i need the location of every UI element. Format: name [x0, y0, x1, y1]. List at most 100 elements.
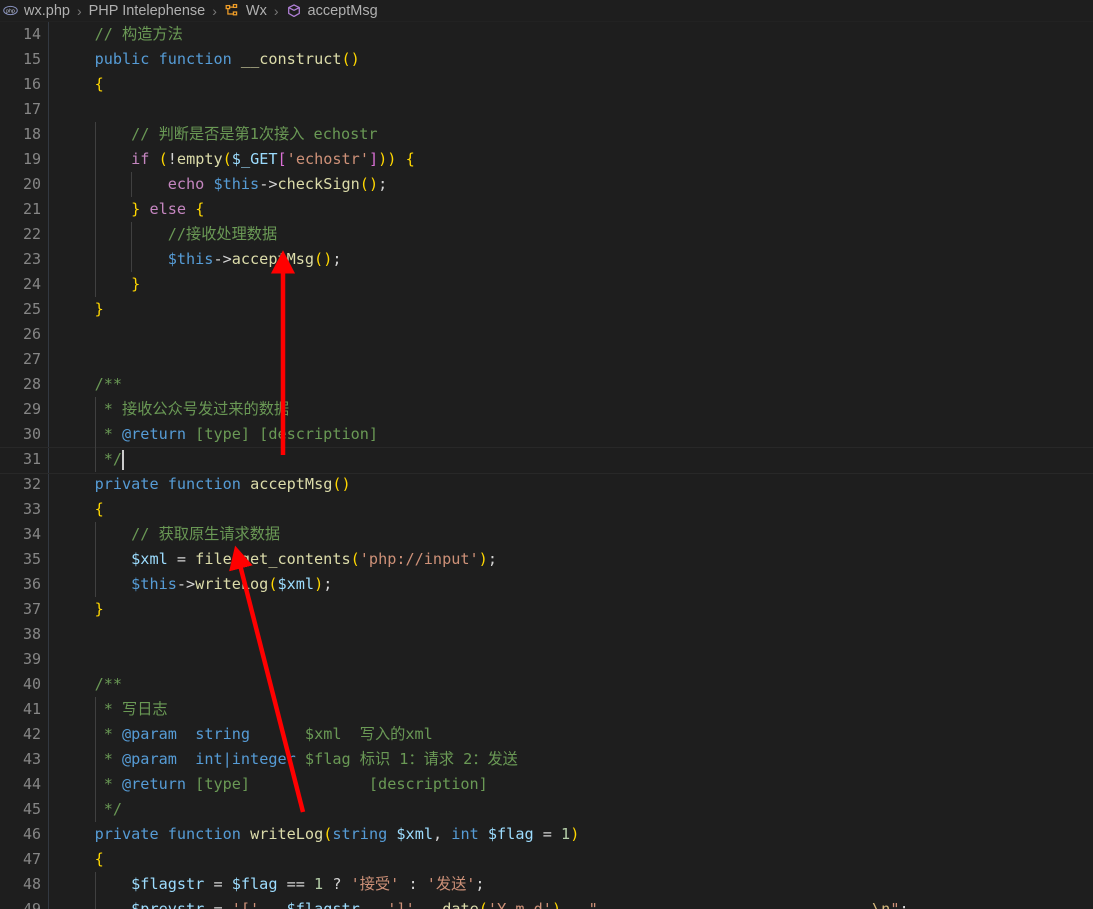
line-number: 46 [22, 825, 41, 843]
line-number: 43 [22, 750, 41, 768]
indent-guide [131, 247, 133, 272]
line-number: 17 [22, 100, 41, 118]
line-number: 44 [22, 775, 41, 793]
line-number: 38 [22, 625, 41, 643]
code-content[interactable]: // 构造方法 public function __construct() { … [0, 22, 1093, 909]
code-line[interactable]: } [58, 272, 1093, 297]
line-number: 25 [22, 300, 41, 318]
code-line[interactable]: */ [0, 447, 1093, 474]
line-number: 41 [22, 700, 41, 718]
line-number: 21 [22, 200, 41, 218]
code-line[interactable]: } [58, 597, 1093, 622]
code-line[interactable]: echo $this->checkSign(); [58, 172, 1093, 197]
code-line[interactable]: { [58, 497, 1093, 522]
code-line[interactable]: */ [58, 797, 1093, 822]
breadcrumb-separator-2: › [212, 2, 217, 19]
breadcrumb-class-label: Wx [245, 2, 267, 19]
code-line[interactable]: // 判断是否是第1次接入 echostr [58, 122, 1093, 147]
breadcrumb-separator-1: › [76, 2, 82, 19]
code-line[interactable]: public function __construct() [58, 47, 1093, 72]
code-line[interactable]: /** [58, 672, 1093, 697]
code-line[interactable]: { [58, 847, 1093, 872]
breadcrumb: php wx.php › PHP Intelephense › Wx › acc… [0, 0, 1093, 22]
line-number: 14 [22, 25, 41, 43]
line-number: 32 [22, 475, 41, 493]
line-number: 23 [22, 250, 41, 268]
code-line[interactable] [58, 622, 1093, 647]
code-line[interactable]: $this->acceptMsg(); [58, 247, 1093, 272]
line-number: 35 [22, 550, 41, 568]
code-editor[interactable]: 14 15 16 17 18 19 20 21 22 23 24 25 26 27 28 29 30 31 32 33… [0, 22, 1093, 909]
code-line[interactable]: $flagstr = $flag == 1 ? '接受' : '发送'; [58, 872, 1093, 897]
code-line[interactable]: // 获取原生请求数据 [58, 522, 1093, 547]
code-line[interactable]: * 接收公众号发过来的数据 [58, 397, 1093, 422]
code-line[interactable]: $xml = file_get_contents('php://input'); [58, 547, 1093, 572]
code-line[interactable]: if (!empty($_GET['echostr'])) { [58, 147, 1093, 172]
indent-guide [131, 222, 133, 247]
code-line[interactable]: } else { [58, 197, 1093, 222]
breadcrumb-item-class[interactable]: Wx [224, 3, 267, 19]
code-line[interactable]: * 写日志 [58, 697, 1093, 722]
code-line[interactable]: /** [58, 372, 1093, 397]
indent-guide [94, 422, 96, 447]
indent-guide [94, 572, 96, 597]
breadcrumb-provider-label: PHP Intelephense [88, 2, 206, 19]
line-number: 40 [22, 675, 41, 693]
indent-guide [94, 697, 96, 722]
line-number: 37 [22, 600, 41, 618]
code-line[interactable] [58, 97, 1093, 122]
code-line[interactable]: } [58, 297, 1093, 322]
line-number: 31 [22, 450, 41, 468]
code-line[interactable]: $prevstr = '[' . $flagstr . ']' . date('… [58, 897, 1093, 909]
code-line[interactable] [58, 322, 1093, 347]
indent-guide [94, 222, 96, 247]
code-line[interactable]: //接收处理数据 [58, 222, 1093, 247]
line-number: 45 [22, 800, 41, 818]
indent-guide [94, 272, 96, 297]
indent-guide [94, 147, 96, 172]
line-number: 16 [22, 75, 41, 93]
line-number-gutter: 14 15 16 17 18 19 20 21 22 23 24 25 26 27 28 29 30 31 32 33… [0, 22, 49, 909]
class-icon [224, 3, 240, 19]
breadcrumb-item-file[interactable]: php wx.php [2, 3, 70, 19]
indent-guide [94, 197, 96, 222]
line-number: 26 [22, 325, 41, 343]
breadcrumb-file-label: wx.php [24, 2, 70, 19]
breadcrumb-item-provider[interactable]: PHP Intelephense [89, 3, 206, 19]
code-line[interactable] [58, 347, 1093, 372]
indent-guide [131, 172, 133, 197]
php-file-icon: php [2, 3, 18, 19]
code-line[interactable]: private function acceptMsg() [58, 472, 1093, 497]
breadcrumb-separator-3: › [273, 2, 279, 19]
line-number: 15 [22, 50, 41, 68]
line-number: 28 [22, 375, 41, 393]
indent-guide [94, 172, 96, 197]
line-number: 42 [22, 725, 41, 743]
code-line[interactable]: * @param int|integer $flag 标识 1：请求 2：发送 [58, 747, 1093, 772]
indent-guide [94, 447, 96, 472]
line-number: 29 [22, 400, 41, 418]
code-line[interactable]: { [58, 72, 1093, 97]
line-number: 20 [22, 175, 41, 193]
line-number: 33 [22, 500, 41, 518]
indent-guide [94, 772, 96, 797]
line-number: 22 [22, 225, 41, 243]
indent-guide [94, 797, 96, 822]
indent-guide [94, 547, 96, 572]
breadcrumb-item-method[interactable]: acceptMsg [286, 3, 378, 19]
indent-guide [94, 722, 96, 747]
code-line[interactable]: // 构造方法 [58, 22, 1093, 47]
indent-guide [94, 397, 96, 422]
indent-guide [94, 872, 96, 897]
code-line[interactable]: * @param string $xml 写入的xml [58, 722, 1093, 747]
code-line[interactable]: * @return [type] [description] [58, 422, 1093, 447]
indent-guide [94, 897, 96, 909]
code-line[interactable]: private function writeLog(string $xml, i… [58, 822, 1093, 847]
code-line[interactable] [58, 647, 1093, 672]
code-line[interactable]: * @return [type] [description] [58, 772, 1093, 797]
svg-text:php: php [6, 9, 15, 15]
code-line[interactable]: $this->writeLog($xml); [58, 572, 1093, 597]
line-number: 34 [22, 525, 41, 543]
indent-guide [94, 522, 96, 547]
line-number: 49 [22, 900, 41, 909]
